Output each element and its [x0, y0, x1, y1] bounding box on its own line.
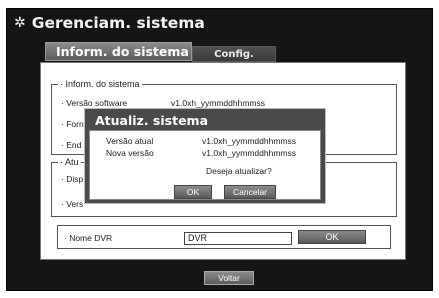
dialog-ok-button[interactable]: OK — [174, 185, 212, 199]
new-version-label: Nova versão — [106, 148, 154, 158]
dialog-cancel-button[interactable]: Cancelar — [224, 185, 276, 199]
dvr-name-label: · Nome DVR — [64, 233, 113, 243]
version-label: · Vers — [61, 199, 84, 209]
tab-system-info[interactable]: Inform. do sistema — [45, 42, 192, 61]
back-button[interactable]: Voltar — [204, 271, 254, 285]
software-version-label: · Versão software — [61, 98, 128, 108]
software-version-value: v1.0xh_yymmddhhmmss — [171, 98, 266, 108]
current-version-value: v1.0xh_yymmddhhmmss — [202, 136, 297, 146]
update-question: Deseja atualizar? — [206, 166, 272, 176]
dialog-body: Versão atual v1.0xh_yymmddhhmmss Nova ve… — [89, 130, 321, 200]
new-version-value: v1.0xh_yymmddhhmmss — [202, 148, 297, 158]
page-title: Gerenciam. sistema — [31, 14, 205, 32]
dvr-name-ok-button[interactable]: OK — [298, 230, 366, 244]
dvr-name-input[interactable]: DVR — [184, 232, 292, 245]
device-label: · Disp — [61, 174, 84, 184]
update-legend: · Atu — [60, 157, 79, 167]
title-bar: ✲ Gerenciam. sistema — [14, 12, 205, 34]
tab-config[interactable]: Config. — [192, 46, 276, 62]
dialog-title: Atualiz. sistema — [95, 113, 209, 128]
dvr-name-row: · Nome DVR DVR OK — [57, 225, 391, 249]
system-info-legend: · Inform. do sistema — [60, 79, 140, 89]
manufacturer-label: · Forn — [61, 119, 84, 129]
gear-icon: ✲ — [14, 15, 26, 31]
address-label: · End — [61, 140, 82, 150]
current-version-label: Versão atual — [106, 136, 154, 146]
update-dialog: Atualiz. sistema Versão atual v1.0xh_yym… — [84, 108, 326, 204]
